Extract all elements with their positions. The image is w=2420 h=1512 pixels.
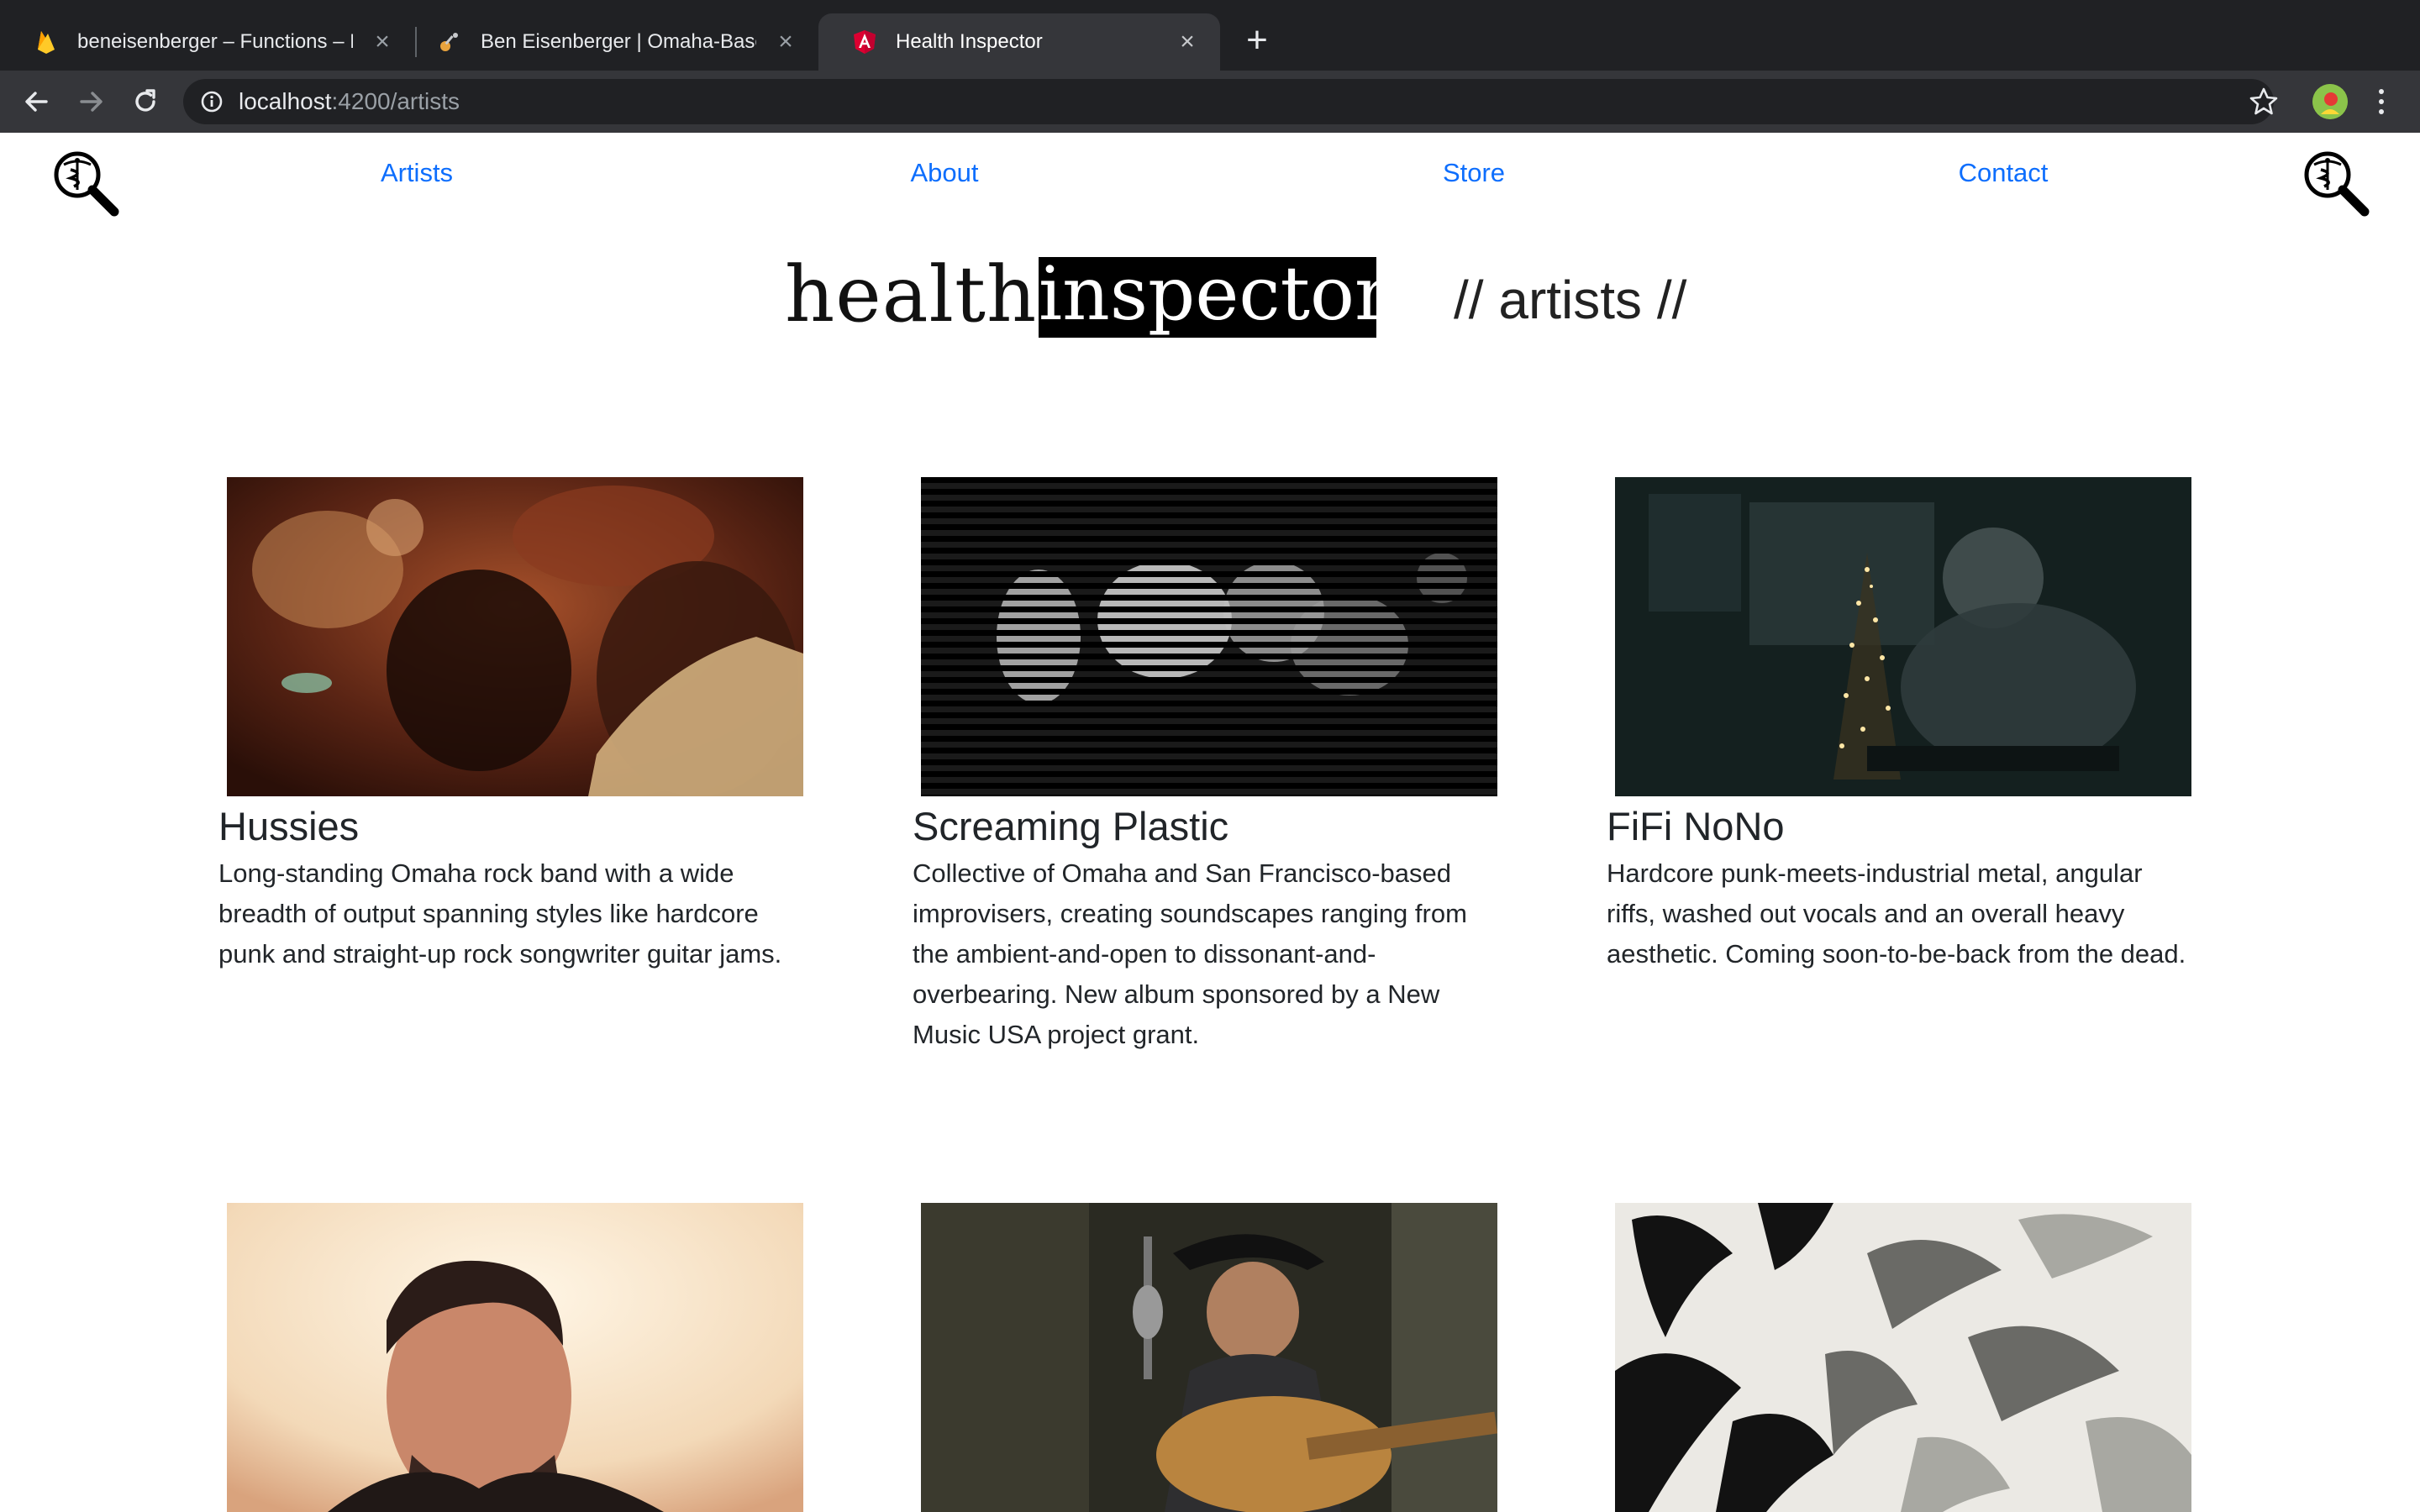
browser-tab-firebase[interactable]: beneisenberger – Functions – F ×: [0, 13, 415, 71]
artist-description: Hardcore punk-meets-industrial metal, an…: [1607, 858, 2186, 969]
avatar-icon: [2312, 84, 2348, 119]
guitar-icon: [437, 29, 462, 55]
magnifier-caduceus-icon[interactable]: [49, 146, 121, 218]
artist-photo-screaming-plastic[interactable]: [921, 477, 1497, 796]
artist-description: Collective of Omaha and San Francisco-ba…: [913, 858, 1467, 1049]
artist-card[interactable]: FiFi NoNo Hardcore punk-meets-industrial…: [1607, 477, 2195, 1208]
browser-tab-health-inspector[interactable]: Health Inspector ×: [818, 13, 1220, 71]
angular-icon: [852, 29, 877, 55]
page: Artists About Store Contact health inspe…: [0, 133, 2420, 1512]
brand-word-inspector: inspector: [1039, 257, 1376, 337]
bookmark-star-icon[interactable]: [2245, 82, 2282, 121]
arrow-right-icon: [80, 92, 103, 112]
artist-card[interactable]: Screaming Plastic Collective of Omaha an…: [913, 477, 1501, 1208]
browser-toolbar: localhost:4200/artists: [0, 71, 2420, 133]
profile-avatar[interactable]: [2312, 84, 2348, 119]
new-tab-button[interactable]: +: [1242, 22, 1272, 60]
artist-photo[interactable]: [1615, 1203, 2191, 1512]
close-icon[interactable]: ×: [1173, 28, 1202, 56]
artist-photo[interactable]: [227, 1203, 803, 1512]
artist-card[interactable]: [218, 1203, 807, 1512]
artist-card[interactable]: Hussies Long-standing Omaha rock band wi…: [218, 477, 807, 1208]
nav-about-link[interactable]: About: [910, 158, 978, 188]
artist-description: Long-standing Omaha rock band with a wid…: [218, 858, 782, 969]
tab-title: beneisenberger – Functions – F: [77, 30, 353, 53]
close-icon[interactable]: ×: [771, 28, 800, 56]
artist-name[interactable]: Hussies: [218, 801, 359, 852]
url-text[interactable]: localhost:4200/artists: [239, 79, 460, 124]
nav-store-link[interactable]: Store: [1443, 158, 1505, 188]
artist-card[interactable]: [913, 1203, 1501, 1512]
forward-button[interactable]: [72, 82, 111, 121]
menu-kebab-icon[interactable]: [2368, 82, 2395, 121]
artist-card[interactable]: [1607, 1203, 2195, 1512]
arrow-left-icon: [25, 92, 48, 112]
artist-name[interactable]: FiFi NoNo: [1607, 801, 1785, 852]
back-button[interactable]: [17, 82, 55, 121]
info-icon[interactable]: [200, 90, 224, 113]
tab-title: Ben Eisenberger | Omaha-Base: [481, 30, 756, 53]
tab-title: Health Inspector: [896, 30, 1043, 53]
close-icon[interactable]: ×: [368, 28, 397, 56]
artist-photo-hussies[interactable]: [227, 477, 803, 796]
url-path: :4200/artists: [331, 88, 460, 114]
reload-icon: [135, 89, 155, 112]
url-host: localhost: [239, 88, 332, 114]
address-bar[interactable]: localhost:4200/artists: [183, 79, 2274, 124]
browser-tabstrip: beneisenberger – Functions – F × Ben Eis…: [0, 0, 2420, 71]
artist-name[interactable]: Screaming Plastic: [913, 801, 1228, 852]
browser-tab-eisenberger[interactable]: Ben Eisenberger | Omaha-Base ×: [403, 13, 818, 71]
artist-photo[interactable]: [921, 1203, 1497, 1512]
reload-button[interactable]: [126, 82, 165, 121]
nav-artists-link[interactable]: Artists: [381, 158, 453, 188]
brand-word-health: health: [785, 249, 1038, 339]
firebase-icon: [34, 29, 59, 55]
magnifier-caduceus-icon[interactable]: [2299, 146, 2371, 218]
nav-contact-link[interactable]: Contact: [1959, 158, 2049, 188]
artist-photo-fifi-nono[interactable]: [1615, 477, 2191, 796]
section-title: // artists //: [1454, 270, 1687, 330]
